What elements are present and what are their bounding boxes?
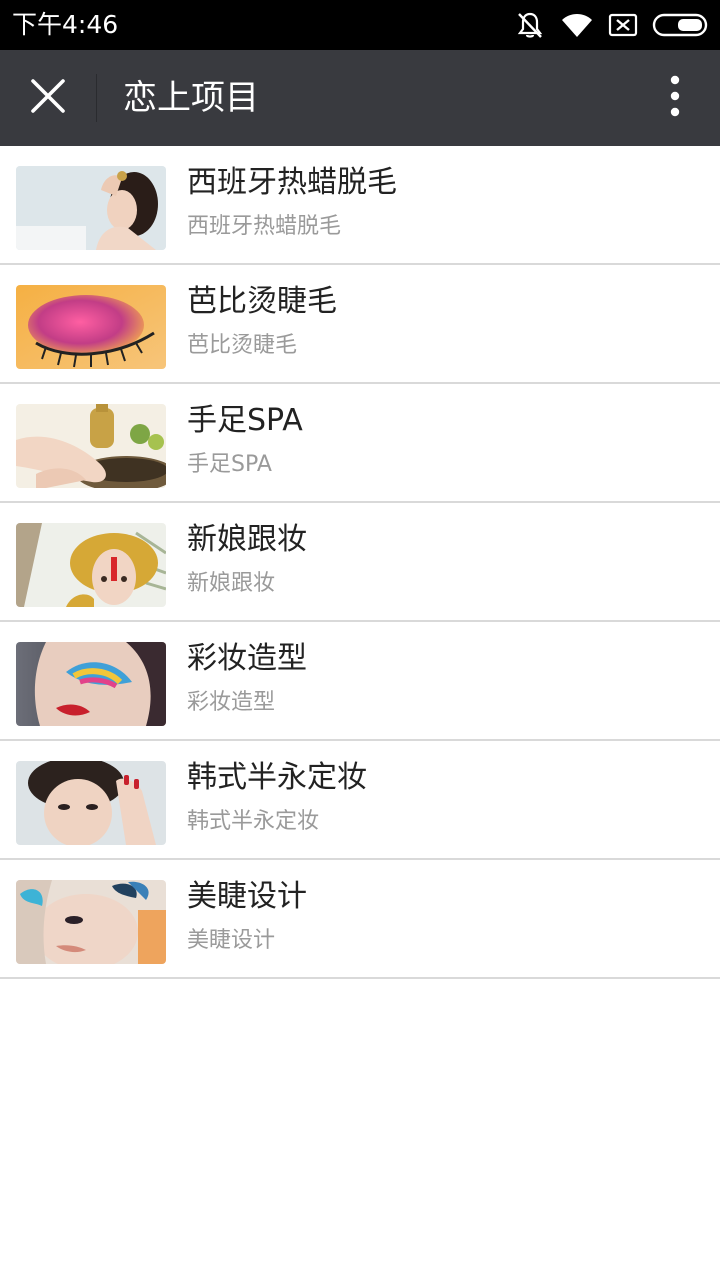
item-subtitle: 新娘跟妆: [187, 571, 276, 596]
status-time: 下午4:46: [12, 10, 119, 39]
battery-icon: [652, 12, 710, 38]
item-title: 新娘跟妆: [187, 522, 307, 557]
pink-eye-makeup-thumbnail: [16, 285, 166, 369]
wifi-icon: [560, 11, 594, 39]
item-title: 韩式半永定妆: [187, 760, 367, 795]
app-bar-divider: [96, 74, 97, 122]
portrait-woman-hand-raised-thumbnail: [16, 166, 166, 250]
woman-hand-face-thumbnail: [16, 761, 166, 845]
item-subtitle: 彩妆造型: [187, 690, 276, 715]
item-subtitle: 美睫设计: [187, 928, 276, 953]
list-item[interactable]: 韩式半永定妆 韩式半永定妆: [0, 741, 720, 860]
status-bar: 下午4:46: [0, 0, 720, 50]
close-icon: [30, 78, 66, 118]
mute-vibrate-icon: [514, 10, 546, 40]
close-button[interactable]: [18, 68, 78, 128]
item-subtitle: 手足SPA: [187, 452, 272, 477]
item-title: 手足SPA: [187, 403, 303, 438]
no-sim-icon: [608, 13, 638, 37]
list-item[interactable]: 新娘跟妆 新娘跟妆: [0, 503, 720, 622]
item-title: 彩妆造型: [187, 641, 307, 676]
page-title: 恋上项目: [123, 78, 259, 118]
list-item[interactable]: 西班牙热蜡脱毛 西班牙热蜡脱毛: [0, 146, 720, 265]
item-subtitle: 芭比烫睫毛: [187, 333, 298, 358]
item-title: 美睫设计: [187, 879, 307, 914]
hand-spa-oil-thumbnail: [16, 404, 166, 488]
item-subtitle: 西班牙热蜡脱毛: [187, 214, 342, 239]
item-title: 芭比烫睫毛: [187, 284, 337, 319]
list-item[interactable]: 美睫设计 美睫设计: [0, 860, 720, 979]
bride-golden-headdress-thumbnail: [16, 523, 166, 607]
status-icons: [514, 0, 710, 50]
list-item[interactable]: 芭比烫睫毛 芭比烫睫毛: [0, 265, 720, 384]
list-item[interactable]: 手足SPA 手足SPA: [0, 384, 720, 503]
item-title: 西班牙热蜡脱毛: [187, 165, 397, 200]
item-subtitle: 韩式半永定妆: [187, 809, 320, 834]
list-item[interactable]: 彩妆造型 彩妆造型: [0, 622, 720, 741]
butterfly-eyelash-design-thumbnail: [16, 880, 166, 964]
more-options-button[interactable]: [660, 74, 690, 122]
more-vertical-icon: [670, 75, 680, 121]
project-list: 西班牙热蜡脱毛 西班牙热蜡脱毛 芭比烫睫毛 芭比烫睫毛 手足SPA 手足SPA …: [0, 146, 720, 979]
app-bar: 恋上项目: [0, 50, 720, 146]
colorful-face-makeup-thumbnail: [16, 642, 166, 726]
